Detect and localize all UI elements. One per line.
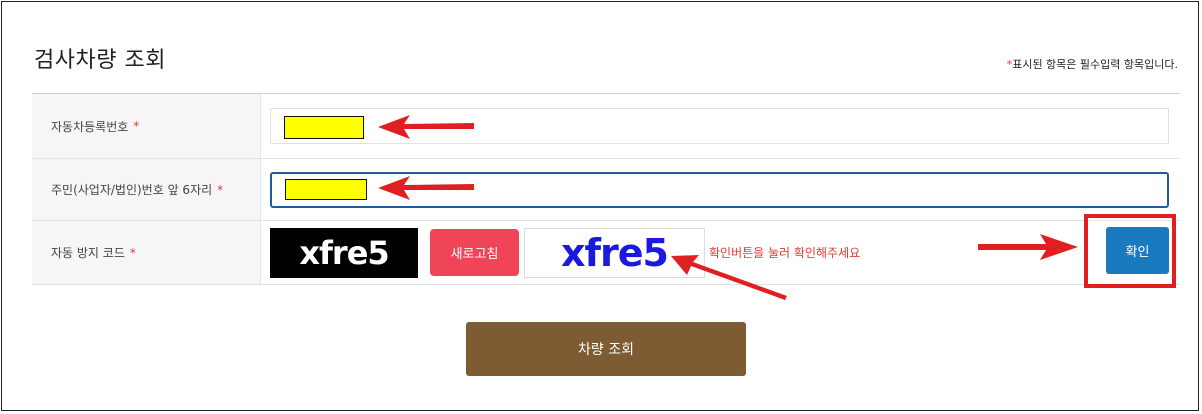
confirm-button[interactable]: 확인 (1106, 227, 1169, 274)
form-row-resident-number: 주민(사업자/법인)번호 앞 6자리 * (32, 159, 1180, 221)
redaction-mask (284, 116, 364, 139)
captcha-input-value: xfre5 (561, 231, 669, 275)
required-star: * (129, 245, 136, 260)
resident-number-label: 주민(사업자/법인)번호 앞 6자리 (51, 183, 213, 197)
required-star: * (217, 182, 224, 197)
required-note: *표시된 항목은 필수입력 항목입니다. (1007, 56, 1178, 72)
required-star: * (133, 119, 140, 133)
field-cell (261, 94, 1180, 158)
registration-label: 자동차등록번호 (51, 119, 129, 134)
arrow-icon (378, 176, 474, 200)
page-title: 검사차량 조회 (34, 48, 166, 73)
form-label: 주민(사업자/법인)번호 앞 6자리 * (32, 159, 261, 220)
captcha-image-text: xfre5 (299, 234, 389, 272)
arrow-icon (378, 115, 474, 139)
form-label: 자동 방지 코드 * (32, 221, 261, 284)
captcha-label: 자동 방지 코드 (51, 246, 125, 260)
form-label: 자동차등록번호 * (32, 94, 261, 158)
form-row-registration: 자동차등록번호 * (32, 94, 1180, 159)
required-note-text: 표시된 항목은 필수입력 항목입니다. (1012, 58, 1178, 71)
redaction-mask (285, 179, 367, 200)
field-cell (261, 159, 1180, 220)
arrow-icon (671, 255, 787, 300)
captcha-image: xfre5 (270, 228, 418, 278)
vehicle-lookup-button[interactable]: 차량 조회 (466, 322, 746, 376)
arrow-icon (978, 234, 1078, 260)
refresh-button[interactable]: 새로고침 (430, 229, 519, 276)
